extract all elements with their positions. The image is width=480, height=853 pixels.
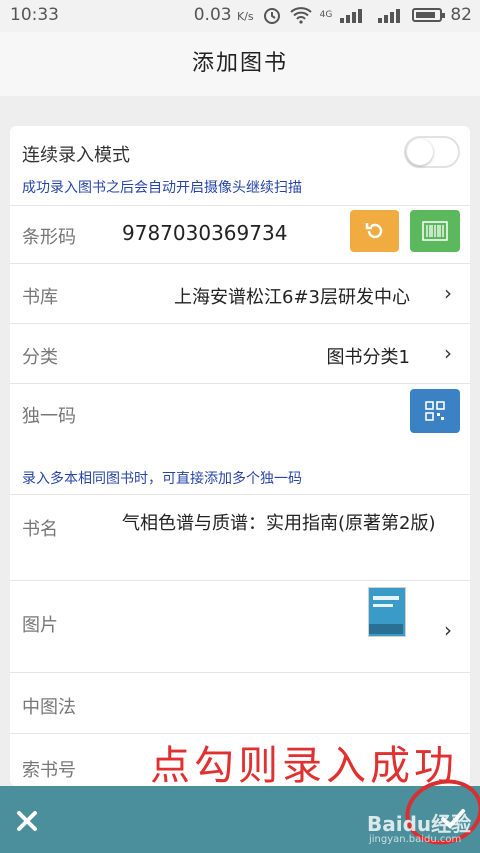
barcode-value[interactable]: 9787030369734 <box>122 221 287 245</box>
watermark-logo: Baidu经验 <box>367 812 472 836</box>
signal-icon-2 <box>378 9 401 23</box>
qr-code-button[interactable] <box>410 389 460 433</box>
chevron-right-icon: › <box>444 281 452 305</box>
page-title: 添加图书 <box>191 51 288 76</box>
status-bar: 10:33 0.03 K/s 4G 82 <box>0 0 480 32</box>
continuous-mode-row: 连续录入模式 成功录入图书之后会自动开启摄像头继续扫描 <box>10 126 470 206</box>
category-value: 图书分类1 <box>326 347 410 368</box>
status-time: 10:33 <box>10 5 59 25</box>
image-label: 图片 <box>22 615 58 636</box>
category-row[interactable]: 分类 图书分类1 › <box>10 324 470 384</box>
wifi-icon <box>289 7 312 24</box>
clc-label: 中图法 <box>22 697 76 718</box>
chevron-right-icon: › <box>444 618 452 642</box>
chevron-right-icon: › <box>444 341 452 365</box>
reset-barcode-button[interactable] <box>350 210 399 252</box>
alarm-icon <box>263 8 280 24</box>
clc-row[interactable]: 中图法 <box>10 673 470 734</box>
network-speed: 0.03 K/s <box>193 5 254 25</box>
barcode-icon <box>422 221 448 241</box>
category-label: 分类 <box>22 347 58 368</box>
watermark-url: jingyan.baidu.com <box>369 834 462 845</box>
annotation-text: 点勾则录入成功 <box>150 743 458 789</box>
continuous-mode-label: 连续录入模式 <box>22 145 130 166</box>
continuous-mode-toggle[interactable] <box>404 136 460 168</box>
call-number-label: 索书号 <box>22 760 76 781</box>
unique-code-hint: 录入多本相同图书时，可直接添加多个独一码 <box>22 471 302 487</box>
book-name-value[interactable]: 气相色谱与质谱：实用指南(原著第2版) <box>122 511 457 537</box>
refresh-icon <box>365 223 382 239</box>
scan-barcode-button[interactable] <box>410 210 460 252</box>
book-form: 连续录入模式 成功录入图书之后会自动开启摄像头继续扫描 条形码 97870303… <box>10 126 470 786</box>
book-cover-image[interactable] <box>368 587 406 637</box>
app-header: 添加图书 <box>0 32 480 96</box>
book-name-label: 书名 <box>22 519 58 540</box>
barcode-label: 条形码 <box>22 227 76 248</box>
battery-level: 82 <box>450 5 472 25</box>
close-icon[interactable] <box>16 810 38 832</box>
toggle-knob <box>407 139 433 165</box>
signal-icon <box>340 9 363 23</box>
unique-code-row: 独一码 录入多本相同图书时，可直接添加多个独一码 <box>10 384 470 495</box>
continuous-mode-hint: 成功录入图书之后会自动开启摄像头继续扫描 <box>22 180 302 196</box>
barcode-row: 条形码 9787030369734 <box>10 205 470 264</box>
status-icons: 0.03 K/s 4G 82 <box>194 5 472 25</box>
battery-icon <box>412 8 446 22</box>
library-row[interactable]: 书库 上海安谱松江6#3层研发中心 › <box>10 264 470 324</box>
book-name-row: 书名 气相色谱与质谱：实用指南(原著第2版) <box>10 495 470 581</box>
library-value: 上海安谱松江6#3层研发中心 <box>174 287 410 308</box>
image-row[interactable]: 图片 › <box>10 581 470 673</box>
unique-code-label: 独一码 <box>22 406 76 427</box>
network-type: 4G <box>319 10 333 20</box>
library-label: 书库 <box>22 287 58 308</box>
qr-code-icon <box>425 401 445 421</box>
